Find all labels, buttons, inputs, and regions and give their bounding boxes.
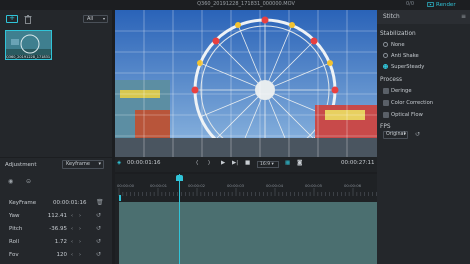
pitch-label: Pitch bbox=[9, 226, 23, 232]
checkbox-color-correction-label: Color Correction bbox=[391, 100, 434, 106]
grid-icon[interactable]: ▦ bbox=[285, 160, 290, 166]
roll-value[interactable]: 1.72 bbox=[39, 239, 67, 245]
render-icon bbox=[427, 2, 434, 7]
add-media-button[interactable]: + bbox=[6, 15, 18, 23]
render-queue-counter: 0/0 bbox=[406, 1, 415, 7]
yaw-right-arrow-icon[interactable]: › bbox=[79, 213, 81, 219]
radio-none-label: None bbox=[391, 42, 405, 48]
roll-right-arrow-icon[interactable]: › bbox=[79, 239, 81, 245]
roll-left-arrow-icon[interactable]: ‹ bbox=[71, 239, 73, 245]
timeline[interactable]: 00:00:00 00:00:01 00:00:02 00:00:03 00:0… bbox=[115, 174, 377, 264]
yaw-value[interactable]: 112.41 bbox=[39, 213, 67, 219]
roll-label: Roll bbox=[9, 239, 19, 245]
fps-reset-icon[interactable]: ↺ bbox=[415, 131, 420, 138]
pitch-right-arrow-icon[interactable]: › bbox=[79, 226, 81, 232]
current-time: 00:00:01:16 bbox=[127, 160, 161, 166]
media-filter-select[interactable]: All ▾ bbox=[83, 15, 108, 23]
media-filter-value: All bbox=[87, 16, 94, 22]
fov-value[interactable]: 120 bbox=[39, 252, 68, 258]
keyframe-label: KeyFrame bbox=[9, 200, 37, 206]
adjustment-title: Adjustment bbox=[5, 162, 37, 168]
radio-anti-shake-label: Anti Shake bbox=[391, 53, 419, 59]
chevron-down-icon: ▾ bbox=[102, 16, 105, 21]
tick-label: 00:00:00 bbox=[117, 183, 135, 188]
tick-label: 00:00:04 bbox=[266, 183, 284, 188]
playhead[interactable] bbox=[179, 174, 180, 264]
chevron-down-icon: ▾ bbox=[403, 132, 406, 137]
total-time: 00:00:27:11 bbox=[341, 160, 375, 166]
stop-icon[interactable]: ■ bbox=[245, 160, 250, 166]
adjustment-mode-value: Keyframe bbox=[66, 161, 90, 167]
adjustment-panel: Adjustment Keyframe ▾ ◉ ⊝ KeyFrame 00:00… bbox=[0, 158, 112, 264]
add-keyframe-icon[interactable]: ◈ bbox=[117, 160, 121, 166]
top-bar: Q360_20191228_171831_000000.MOV 0/0 Rend… bbox=[0, 0, 470, 10]
media-bin: + All ▾ Q360_20191228_171831_000000 bbox=[0, 10, 112, 157]
lock-icon[interactable]: ⊝ bbox=[26, 178, 31, 185]
prev-frame-icon[interactable]: ⟨ bbox=[196, 160, 198, 166]
pitch-left-arrow-icon[interactable]: ‹ bbox=[71, 226, 73, 232]
aspect-ratio-select[interactable]: 16:9 ▾ bbox=[257, 161, 279, 168]
aspect-ratio-value: 16:9 bbox=[260, 162, 271, 167]
tick-label: 00:00:03 bbox=[227, 183, 245, 188]
settings-tab-stitch[interactable]: Stitch bbox=[383, 14, 400, 20]
keyframe-time: 00:00:01:16 bbox=[53, 200, 87, 206]
playhead-handle[interactable] bbox=[176, 175, 183, 181]
video-title: Q360_20191228_171831_000000.MOV bbox=[197, 1, 295, 7]
step-forward-icon[interactable]: ▶| bbox=[232, 160, 238, 166]
playback-bar: ◈ 00:00:01:16 ⟨ ⟩ ▶ ▶| ■ 16:9 ▾ ▦ ◙ 00:0… bbox=[115, 157, 377, 172]
yaw-label: Yaw bbox=[9, 213, 20, 219]
tick-label: 00:00:01 bbox=[150, 183, 168, 188]
pitch-value[interactable]: -36.95 bbox=[39, 226, 67, 232]
media-clip-thumbnail[interactable]: Q360_20191228_171831_000000 bbox=[5, 30, 52, 60]
delete-keyframe-icon[interactable]: 🗑 bbox=[96, 199, 104, 206]
yaw-left-arrow-icon[interactable]: ‹ bbox=[71, 213, 73, 219]
chevron-down-icon: ▾ bbox=[98, 161, 101, 167]
adjustment-mode-select[interactable]: Keyframe ▾ bbox=[62, 160, 104, 169]
fov-left-arrow-icon[interactable]: ‹ bbox=[71, 252, 73, 258]
keyframe-marker[interactable] bbox=[119, 195, 121, 201]
tick-label: 00:00:02 bbox=[188, 183, 206, 188]
settings-panel: Stitch ≡ Stabilization None Anti Shake S… bbox=[377, 10, 470, 264]
checkbox-color-correction[interactable] bbox=[383, 100, 389, 106]
fov-label: Fov bbox=[9, 252, 19, 258]
settings-header: Stitch ≡ bbox=[377, 10, 470, 24]
fov-reset-icon[interactable]: ↺ bbox=[96, 251, 101, 258]
play-icon[interactable]: ▶ bbox=[221, 160, 225, 166]
trash-icon[interactable] bbox=[24, 15, 32, 24]
fov-right-arrow-icon[interactable]: › bbox=[79, 252, 81, 258]
fps-select[interactable]: Original ▾ bbox=[383, 131, 408, 139]
preview-frame bbox=[115, 10, 377, 157]
gyro-icon[interactable]: ◉ bbox=[8, 178, 13, 185]
radio-supersteady[interactable] bbox=[383, 64, 388, 69]
stabilization-title: Stabilization bbox=[380, 31, 416, 37]
video-preview[interactable] bbox=[115, 10, 377, 157]
radio-supersteady-label: SuperSteady bbox=[391, 64, 425, 70]
pitch-reset-icon[interactable]: ↺ bbox=[96, 225, 101, 232]
radio-none[interactable] bbox=[383, 42, 388, 47]
render-button[interactable]: Render bbox=[427, 0, 470, 9]
yaw-reset-icon[interactable]: ↺ bbox=[96, 212, 101, 219]
checkbox-deringe-label: Deringe bbox=[391, 88, 412, 94]
process-title: Process bbox=[380, 77, 402, 83]
roll-reset-icon[interactable]: ↺ bbox=[96, 238, 101, 245]
checkbox-optical-flow[interactable] bbox=[383, 112, 389, 118]
tick-label: 00:00:05 bbox=[305, 183, 323, 188]
snapshot-icon[interactable]: ◙ bbox=[297, 160, 302, 166]
next-frame-icon[interactable]: ⟩ bbox=[208, 160, 210, 166]
radio-anti-shake[interactable] bbox=[383, 53, 388, 58]
video-track-clip[interactable] bbox=[119, 202, 377, 264]
fps-value: Original bbox=[386, 132, 405, 137]
tick-label: 00:00:06 bbox=[344, 183, 362, 188]
clip-name: Q360_20191228_171831_000000 bbox=[6, 55, 51, 59]
fps-title: FPS bbox=[380, 124, 391, 130]
menu-icon[interactable]: ≡ bbox=[461, 13, 466, 20]
checkbox-deringe[interactable] bbox=[383, 88, 389, 94]
checkbox-optical-flow-label: Optical Flow bbox=[391, 112, 423, 118]
render-label: Render bbox=[436, 1, 456, 8]
